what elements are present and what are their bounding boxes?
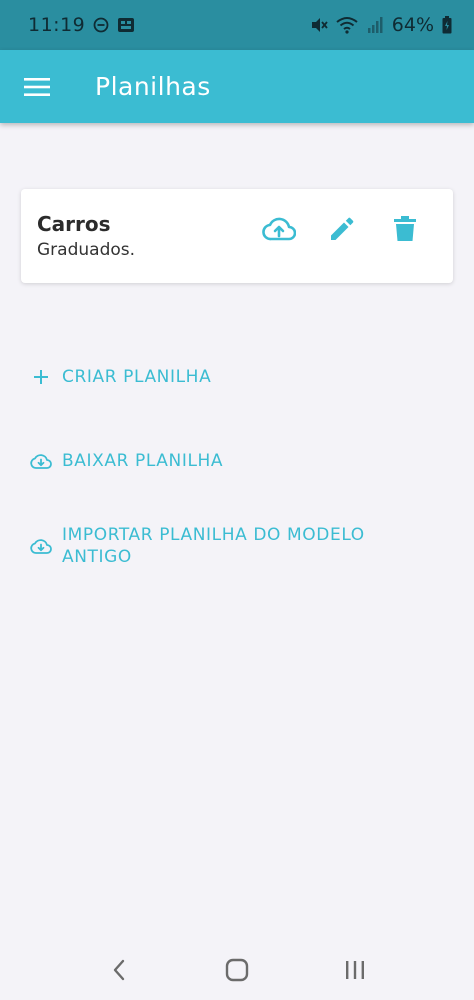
- status-time: 11:19: [28, 14, 86, 36]
- recent-apps-icon: [346, 961, 364, 979]
- nav-back-button[interactable]: [89, 945, 149, 995]
- notification-app-icon: [117, 17, 135, 33]
- create-spreadsheet-button[interactable]: CRIAR PLANILHA: [30, 366, 422, 388]
- system-nav-bar: [0, 940, 474, 1000]
- back-icon: [113, 959, 125, 981]
- cloud-download-icon: [30, 450, 52, 472]
- hamburger-menu-icon: [24, 77, 50, 96]
- nav-recent-apps-button[interactable]: [325, 945, 385, 995]
- edit-pencil-icon: [331, 217, 354, 240]
- wifi-icon: [336, 16, 358, 34]
- create-spreadsheet-label: CRIAR PLANILHA: [62, 367, 212, 387]
- edit-button[interactable]: [320, 209, 364, 249]
- cloud-upload-icon: [262, 217, 296, 241]
- import-legacy-spreadsheet-button[interactable]: IMPORTAR PLANILHA DO MODELO ANTIGO: [30, 524, 422, 568]
- battery-percent: 64%: [391, 14, 434, 36]
- mute-icon: [310, 16, 328, 34]
- upload-button[interactable]: [257, 209, 301, 249]
- battery-charging-icon: [442, 16, 452, 34]
- spreadsheet-subtitle: Graduados.: [37, 240, 136, 260]
- nav-home-button[interactable]: [207, 945, 267, 995]
- import-legacy-spreadsheet-label: IMPORTAR PLANILHA DO MODELO ANTIGO: [62, 525, 365, 567]
- download-spreadsheet-label: BAIXAR PLANILHA: [62, 451, 224, 471]
- spreadsheet-title: Carros: [37, 212, 111, 236]
- delete-button[interactable]: [383, 209, 427, 249]
- status-bar: 11:19 64%: [0, 0, 474, 50]
- signal-icon: [366, 16, 384, 34]
- page-title: Planilhas: [95, 72, 211, 101]
- spreadsheet-card[interactable]: Carros Graduados.: [21, 189, 453, 283]
- app-bar: Planilhas: [0, 50, 474, 123]
- do-not-disturb-icon: [93, 17, 109, 33]
- menu-button[interactable]: [0, 50, 74, 123]
- status-left: 11:19: [28, 14, 135, 36]
- trash-icon: [394, 216, 416, 241]
- home-icon: [225, 958, 249, 982]
- status-right: 64%: [310, 14, 452, 36]
- plus-icon: [30, 366, 52, 388]
- cloud-download-icon: [30, 535, 52, 557]
- download-spreadsheet-button[interactable]: BAIXAR PLANILHA: [30, 450, 422, 472]
